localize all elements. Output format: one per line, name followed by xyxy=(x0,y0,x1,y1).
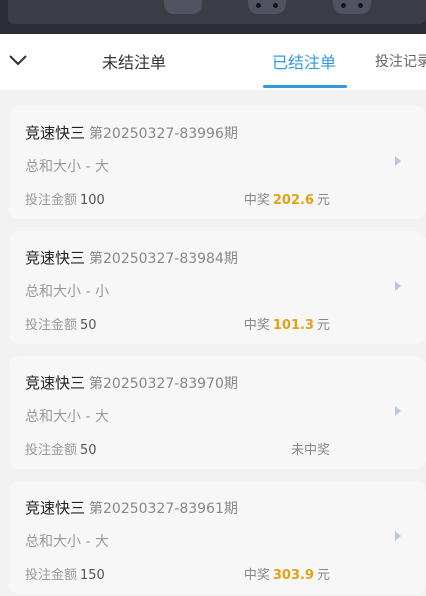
bet-card[interactable]: 竞速快三 第20250327-83984期 总和大小 - 小 投注金额 50 中奖 1… xyxy=(9,231,426,344)
bet-card[interactable]: 竞速快三 第20250327-83961期 总和大小 - 大 投注金额 150 中奖… xyxy=(9,481,426,594)
chevron-down-icon[interactable] xyxy=(6,48,30,72)
bet-result: 中奖 303.9 元 xyxy=(244,564,330,583)
tab-records[interactable]: 投注记录 xyxy=(375,51,426,71)
bet-card[interactable]: 竞速快三 第20250327-83970期 总和大小 - 大 投注金额 50 未中奖 xyxy=(9,356,426,469)
amount-value: 150 xyxy=(80,568,105,583)
play-type: 总和大小 - 大 xyxy=(25,534,109,550)
period-number: 第20250327-83970期 xyxy=(89,376,238,392)
bet-title: 竞速快三 第20250327-83996期 xyxy=(25,122,238,143)
bet-card[interactable]: 竞速快三 第20250327-83996期 总和大小 - 大 投注金额 100 中奖… xyxy=(9,106,426,219)
currency-label: 元 xyxy=(316,193,330,208)
play-type: 总和大小 - 大 xyxy=(25,409,109,425)
chevron-right-icon[interactable] xyxy=(395,406,401,416)
win-label: 中奖 xyxy=(243,568,270,583)
period-number: 第20250327-83961期 xyxy=(89,501,238,517)
game-name: 竞速快三 xyxy=(25,499,86,517)
dice-icon xyxy=(248,0,286,14)
bet-result: 未中奖 xyxy=(291,439,330,458)
win-label: 中奖 xyxy=(243,318,270,333)
payout-value: 202.6 xyxy=(272,193,314,208)
dice-icon xyxy=(333,0,371,14)
game-name: 竞速快三 xyxy=(25,124,86,142)
period-number: 第20250327-83996期 xyxy=(89,126,238,142)
top-banner xyxy=(0,0,426,34)
period-number: 第20250327-83984期 xyxy=(89,251,238,267)
bet-title: 竞速快三 第20250327-83970期 xyxy=(25,372,238,393)
amount-label: 投注金额 xyxy=(25,318,78,333)
chevron-right-icon[interactable] xyxy=(395,531,401,541)
play-type: 总和大小 - 大 xyxy=(25,159,109,175)
lose-label: 未中奖 xyxy=(290,443,330,458)
currency-label: 元 xyxy=(316,318,330,333)
amount-label: 投注金额 xyxy=(25,568,78,583)
bet-result: 中奖 101.3 元 xyxy=(244,314,330,333)
dice-icon xyxy=(164,0,202,14)
amount-value: 100 xyxy=(80,193,105,208)
bet-amount: 投注金额 50 xyxy=(25,439,97,458)
dice-panel xyxy=(8,0,426,24)
win-label: 中奖 xyxy=(243,193,270,208)
amount-value: 50 xyxy=(80,443,97,458)
bet-tabs: 未结注单 已结注单 投注记录 xyxy=(0,34,426,90)
bet-amount: 投注金额 150 xyxy=(25,564,105,583)
amount-label: 投注金额 xyxy=(25,443,78,458)
payout-value: 303.9 xyxy=(272,568,314,583)
bet-title: 竞速快三 第20250327-83984期 xyxy=(25,247,238,268)
amount-label: 投注金额 xyxy=(25,193,78,208)
bet-amount: 投注金额 50 xyxy=(25,314,97,333)
play-type: 总和大小 - 小 xyxy=(25,284,109,300)
bet-amount: 投注金额 100 xyxy=(25,189,105,208)
active-tab-indicator xyxy=(263,85,347,88)
amount-value: 50 xyxy=(80,318,97,333)
bet-result: 中奖 202.6 元 xyxy=(244,189,330,208)
tab-unsettled[interactable]: 未结注单 xyxy=(102,49,166,73)
bet-title: 竞速快三 第20250327-83961期 xyxy=(25,497,238,518)
game-name: 竞速快三 xyxy=(25,249,86,267)
chevron-right-icon[interactable] xyxy=(395,281,401,291)
tab-settled[interactable]: 已结注单 xyxy=(272,49,336,73)
payout-value: 101.3 xyxy=(272,318,314,333)
game-name: 竞速快三 xyxy=(25,374,86,392)
chevron-right-icon[interactable] xyxy=(395,156,401,166)
currency-label: 元 xyxy=(316,568,330,583)
